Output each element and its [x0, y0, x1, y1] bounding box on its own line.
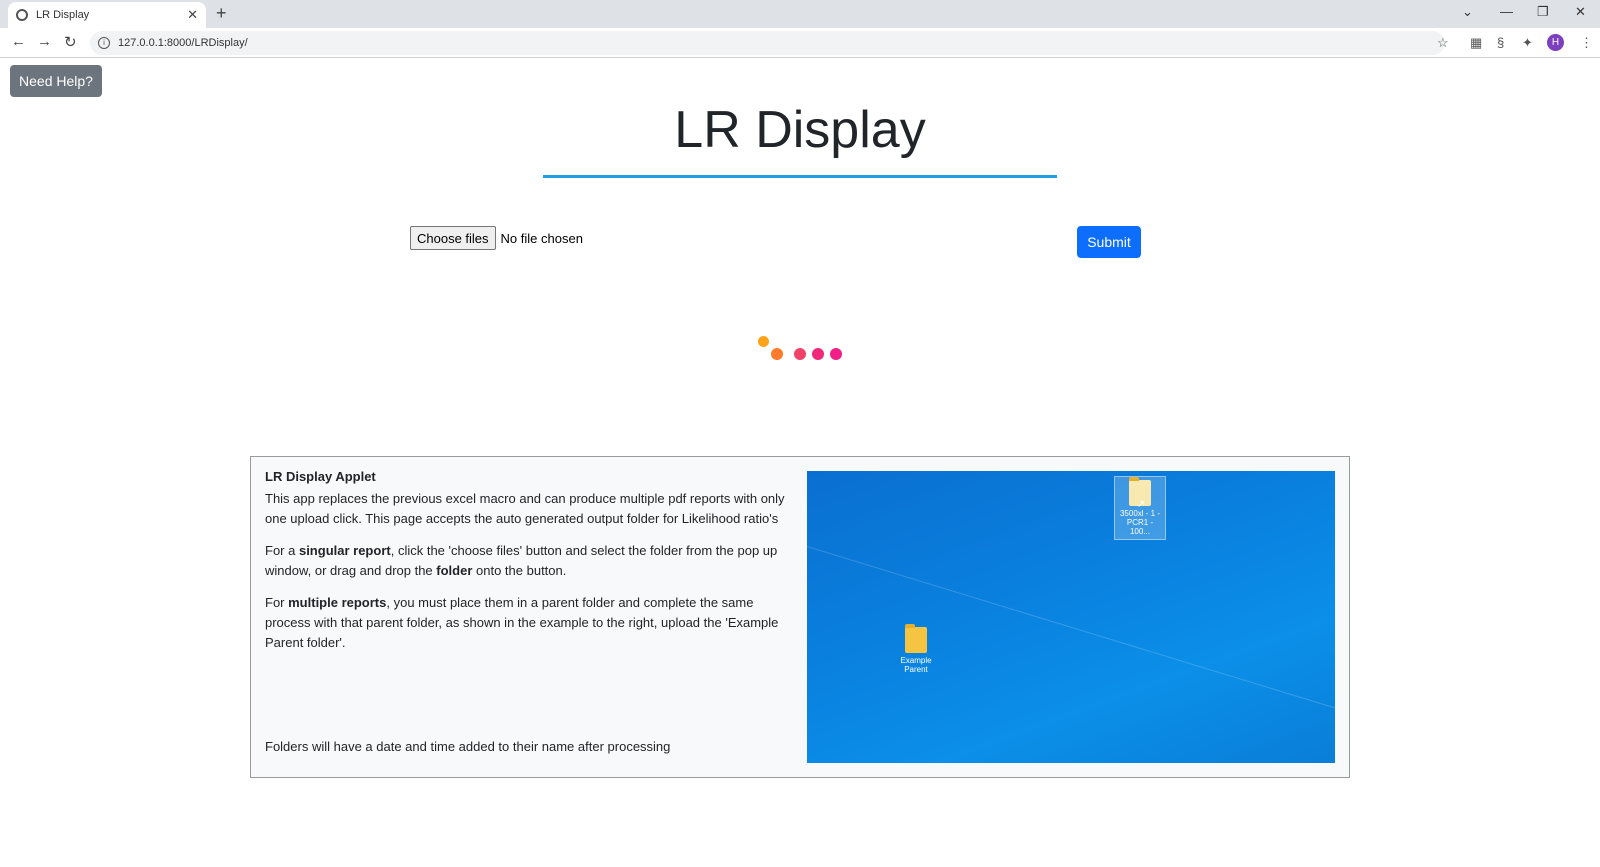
reload-icon[interactable]: ↻: [64, 33, 77, 51]
folder1-label: 3500xl - 1 - PCR1 - 100...: [1119, 509, 1161, 536]
desktop-light-streak: [807, 546, 1335, 729]
loader-dot: [794, 348, 806, 360]
example-desktop-image: 3500xl - 1 - PCR1 - 100... ➚ Example Par…: [807, 471, 1335, 763]
folder2-label: Example Parent: [900, 656, 932, 674]
choose-files-button[interactable]: Choose files: [410, 226, 496, 250]
puzzle-icon[interactable]: ✦: [1522, 35, 1533, 51]
info-paragraph-1: This app replaces the previous excel mac…: [265, 491, 785, 526]
new-tab-icon[interactable]: +: [216, 3, 227, 24]
menu-dots-icon[interactable]: ⋮: [1580, 35, 1593, 51]
translate-extension-icon[interactable]: §: [1497, 35, 1504, 50]
page-title: LR Display: [674, 101, 926, 159]
loader-dot: [771, 348, 783, 360]
submit-button[interactable]: Submit: [1077, 226, 1141, 258]
tab-title: LR Display: [36, 9, 90, 21]
info-footer-note: Folders will have a date and time added …: [265, 739, 671, 754]
loader-dot: [758, 336, 769, 347]
browser-tab-bar: LR Display ✕ + ⌄ — ❐ ✕: [0, 0, 1600, 28]
mouse-cursor-icon: ➚: [1137, 499, 1146, 510]
info-paragraph-2: For a singular report, click the 'choose…: [265, 543, 778, 578]
minimize-icon[interactable]: —: [1500, 4, 1513, 19]
browser-tab[interactable]: LR Display ✕: [8, 2, 206, 28]
title-underline: [543, 175, 1057, 178]
info-text: LR Display Applet This app replaces the …: [265, 467, 795, 754]
file-status: No file chosen: [500, 230, 583, 246]
back-icon[interactable]: ←: [11, 33, 26, 50]
address-bar[interactable]: i 127.0.0.1:8000/LRDisplay/: [90, 31, 1445, 55]
loading-spinner: [755, 336, 855, 366]
info-paragraph-3: For multiple reports, you must place the…: [265, 595, 779, 650]
info-heading: LR Display Applet: [265, 469, 376, 484]
file-upload-group: Choose files No file chosen: [410, 226, 583, 250]
globe-icon: [16, 9, 28, 21]
extension-icon[interactable]: ▦: [1470, 35, 1482, 51]
tab-search-icon[interactable]: ⌄: [1462, 4, 1473, 20]
folder-icon: Example Parent: [897, 624, 935, 674]
close-tab-icon[interactable]: ✕: [187, 7, 198, 23]
browser-toolbar: ← → ↻ i 127.0.0.1:8000/LRDisplay/ ☆ ▦ § …: [0, 28, 1600, 58]
forward-icon[interactable]: →: [37, 33, 52, 50]
address-url: 127.0.0.1:8000/LRDisplay/: [118, 37, 248, 49]
window-close-icon[interactable]: ✕: [1575, 4, 1586, 20]
loader-dot: [812, 348, 824, 360]
site-info-icon[interactable]: i: [98, 37, 110, 49]
profile-avatar[interactable]: H: [1547, 34, 1564, 51]
bookmark-star-icon[interactable]: ☆: [1437, 35, 1449, 51]
need-help-button[interactable]: Need Help?: [10, 65, 102, 97]
restore-icon[interactable]: ❐: [1537, 4, 1549, 20]
loader-dot: [830, 348, 842, 360]
info-panel: LR Display Applet This app replaces the …: [250, 456, 1350, 778]
